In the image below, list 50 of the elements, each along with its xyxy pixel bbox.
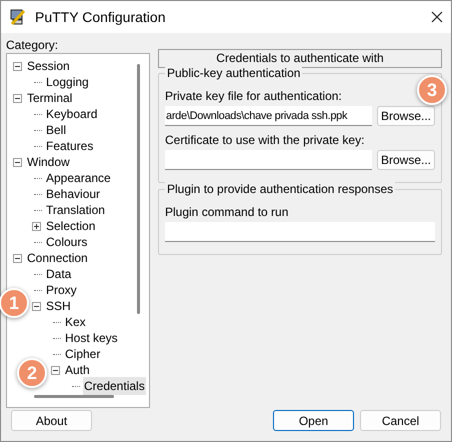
tree-item[interactable]: Kex [64, 313, 87, 331]
tree-item[interactable]: Cipher [64, 345, 102, 363]
field-label: Private key file for authentication: [165, 88, 342, 104]
tree-item[interactable]: Behaviour [45, 185, 102, 203]
tree-item[interactable]: Features [45, 137, 94, 155]
expander-icon[interactable] [12, 254, 22, 262]
expander-icon[interactable] [50, 366, 60, 374]
tree-item[interactable]: Selection [45, 217, 96, 235]
expander-icon[interactable] [12, 62, 22, 70]
category-label: Category: [6, 37, 60, 53]
tree-item[interactable]: Session [26, 57, 71, 75]
tree-item[interactable]: Data [45, 265, 72, 283]
expander-icon[interactable] [32, 222, 40, 230]
browse-button[interactable]: Browse... [377, 150, 435, 170]
tree-item[interactable]: Bell [45, 121, 68, 139]
group-title: Plugin to provide authentication responses [165, 182, 396, 196]
browse-button[interactable]: Browse... [377, 106, 435, 126]
tree-item[interactable]: Logging [45, 73, 90, 91]
field-label: Certificate to use with the private key: [165, 132, 364, 148]
tree-item[interactable]: Connection [26, 249, 89, 267]
window-title: PuTTY Configuration [35, 8, 166, 27]
tree-item[interactable]: Translation [45, 201, 106, 219]
group-title: Public-key authentication [165, 66, 302, 80]
field-label: Plugin command to run [165, 204, 288, 220]
vertical-scrollbar[interactable] [137, 64, 140, 314]
expander-icon[interactable] [32, 302, 40, 310]
close-icon[interactable] [431, 11, 443, 23]
dialog-button[interactable]: About [11, 410, 92, 431]
number-badge: 1 [0, 288, 29, 318]
input-field[interactable] [165, 222, 435, 242]
number-badge: 3 [417, 75, 447, 105]
dialog-button[interactable]: Open [273, 410, 354, 431]
dialog-button[interactable]: Cancel [360, 410, 441, 431]
tree-item[interactable]: Window [26, 153, 71, 171]
expander-icon[interactable] [12, 94, 22, 102]
horizontal-scrollbar[interactable] [34, 395, 114, 398]
tree-item[interactable]: Keyboard [45, 105, 98, 123]
input-field[interactable]: arde\Downloads\chave privada ssh.ppk [165, 106, 372, 126]
tree-item[interactable]: Host keys [64, 329, 119, 347]
tree-item[interactable]: Terminal [26, 89, 74, 107]
panel-title: Credentials to authenticate with [158, 49, 442, 68]
tree-item[interactable]: Auth [64, 361, 91, 379]
tree-item[interactable]: Appearance [45, 169, 112, 187]
input-field[interactable] [165, 150, 372, 170]
expander-icon[interactable] [12, 158, 22, 166]
app-icon [9, 8, 27, 26]
tree-item[interactable]: Colours [45, 233, 88, 251]
tree-item[interactable]: Credentials [83, 377, 146, 395]
tree-item[interactable]: Proxy [45, 281, 78, 299]
tree-item[interactable]: SSH [45, 297, 72, 315]
